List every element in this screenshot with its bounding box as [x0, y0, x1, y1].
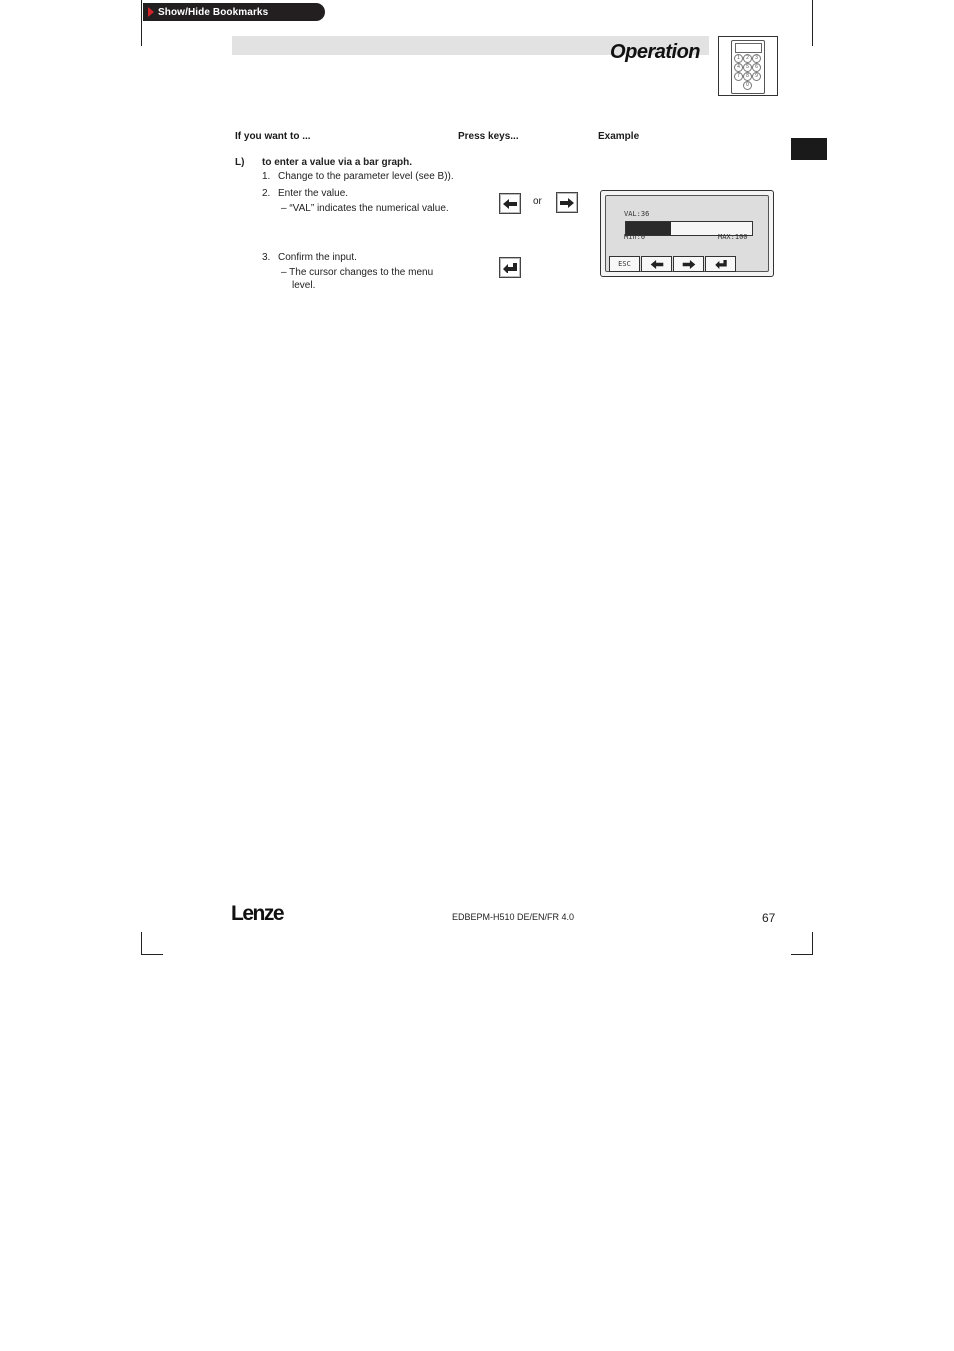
- lcd-min-text: Min:0: [624, 233, 646, 241]
- keypad-key: 5: [743, 63, 752, 72]
- arrow-right-icon: [682, 259, 695, 269]
- enter-icon: [503, 262, 517, 273]
- keypad-key: 7: [734, 72, 743, 81]
- keypad-key: 0: [743, 81, 752, 90]
- column-header-want: If you want to ...: [235, 131, 311, 142]
- step-number: 3.: [262, 252, 271, 263]
- step-subtext: level.: [292, 280, 316, 291]
- step-subtext: – The cursor changes to the menu: [281, 267, 434, 278]
- keypad-key: 2: [743, 54, 752, 63]
- keypad-key: 4: [734, 63, 743, 72]
- crop-mark: [141, 932, 142, 954]
- keypad-key: 8: [743, 72, 752, 81]
- section-letter: L): [235, 157, 245, 168]
- crop-mark: [791, 954, 813, 955]
- step-number: 1.: [262, 171, 271, 182]
- step-text: Change to the parameter level (see B)).: [278, 171, 454, 182]
- arrow-left-icon: [503, 198, 517, 209]
- arrow-left-key[interactable]: [499, 193, 521, 214]
- lcd-display-example: VAL:36 Min:0 MAX:100 ESC: [600, 190, 774, 277]
- crop-mark: [141, 0, 142, 46]
- arrow-left-icon: [650, 259, 663, 269]
- show-hide-bookmarks-button[interactable]: Show/Hide Bookmarks: [143, 3, 325, 21]
- keypad-key: 9: [752, 72, 761, 81]
- keypad-key: 1: [734, 54, 743, 63]
- lcd-esc-button: ESC: [609, 256, 640, 272]
- step-number: 2.: [262, 188, 271, 199]
- step-text: Confirm the input.: [278, 252, 357, 263]
- document-code: EDBEPM-H510 DE/EN/FR 4.0: [452, 912, 575, 922]
- keypad-icon: 1 2 3 4 5 6 7 8 9 0: [718, 36, 778, 96]
- lcd-right-button: [673, 256, 704, 272]
- crop-mark: [812, 932, 813, 954]
- arrow-right-icon: [560, 197, 574, 208]
- lcd-screen: VAL:36 Min:0 MAX:100 ESC: [605, 195, 769, 272]
- arrow-right-key[interactable]: [556, 192, 578, 213]
- lcd-enter-button: [705, 256, 736, 272]
- enter-icon: [714, 259, 727, 269]
- step-subtext: – “VAL” indicates the numerical value.: [281, 203, 449, 214]
- crop-mark: [812, 0, 813, 46]
- or-text: or: [533, 196, 542, 207]
- crop-mark: [141, 954, 163, 955]
- bookmark-arrow-icon: [148, 7, 154, 17]
- column-header-example: Example: [598, 131, 640, 142]
- step-text: Enter the value.: [278, 188, 349, 199]
- page-title: Operation: [610, 41, 700, 63]
- bookmark-label: Show/Hide Bookmarks: [158, 6, 269, 18]
- section-heading: to enter a value via a bar graph.: [262, 157, 413, 168]
- keypad-key: 3: [752, 54, 761, 63]
- lcd-max-text: MAX:100: [718, 233, 748, 241]
- keypad-screen: [735, 43, 762, 53]
- column-header-press: Press keys...: [458, 131, 519, 142]
- keypad-body: 1 2 3 4 5 6 7 8 9 0: [731, 40, 765, 94]
- lcd-left-button: [641, 256, 672, 272]
- lcd-val-text: VAL:36: [624, 210, 650, 218]
- page-number: 67: [762, 911, 776, 925]
- lenze-logo: Lenze: [231, 902, 285, 925]
- enter-key[interactable]: [499, 257, 521, 278]
- keypad-key: 6: [752, 63, 761, 72]
- section-marker-tab: [791, 138, 827, 160]
